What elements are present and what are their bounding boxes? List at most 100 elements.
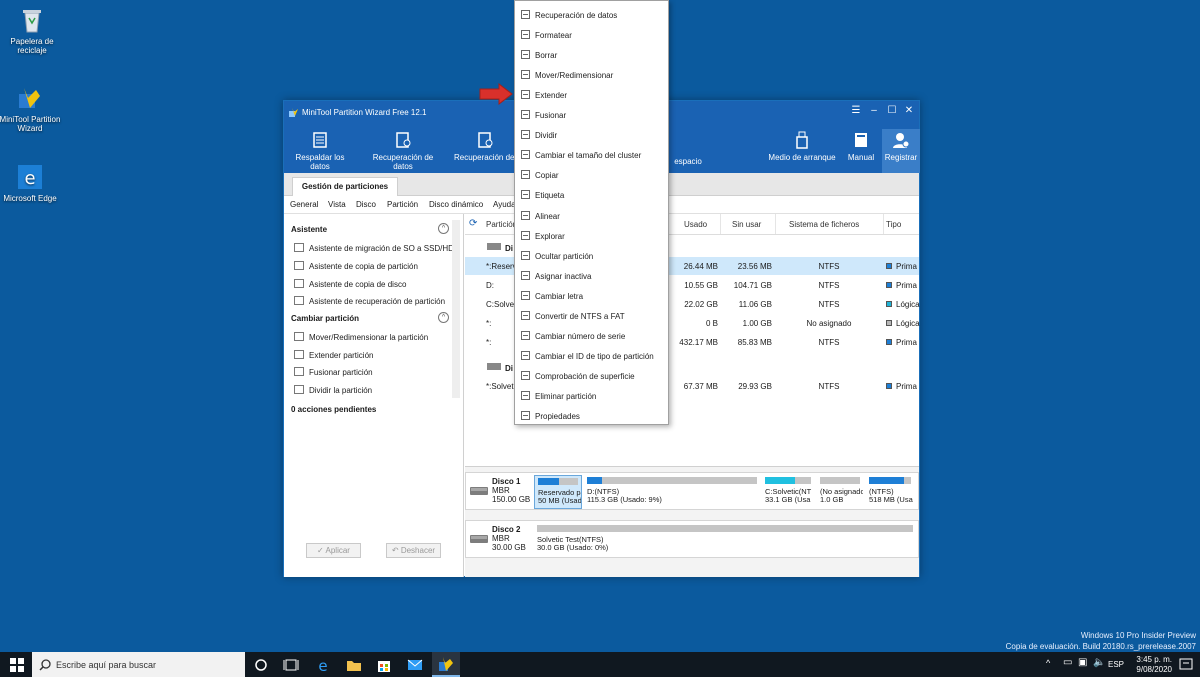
edge-icon[interactable]: e: [315, 657, 331, 673]
disk-partition-block[interactable]: (No asignado 1.0 GB: [817, 475, 863, 509]
wizard-recover-partition[interactable]: Asistente de recuperación de partición: [294, 296, 445, 306]
menu-disk[interactable]: Disco: [356, 200, 376, 209]
disk-partition-block[interactable]: (NTFS) 518 MB (Usa: [866, 475, 914, 509]
toolbar-backup-button[interactable]: Respaldar los datos: [287, 131, 353, 171]
context-menu-item[interactable]: Eliminar partición: [515, 385, 668, 405]
context-menu-item[interactable]: Cambiar número de serie: [515, 325, 668, 345]
collapse-icon[interactable]: ^: [438, 223, 449, 234]
context-menu-item[interactable]: Dividir: [515, 124, 668, 144]
context-menu-item[interactable]: Borrar: [515, 44, 668, 64]
collapse-icon[interactable]: ^: [438, 312, 449, 323]
disk-partition-block[interactable]: C:Solvetic(NT 33.1 GB (Usa: [762, 475, 814, 509]
context-menu-item[interactable]: Mover/Redimensionar: [515, 64, 668, 84]
toolbar-data-recovery-button[interactable]: Recuperación de datos: [364, 131, 442, 171]
context-menu-item[interactable]: Fusionar: [515, 104, 668, 124]
menu-general[interactable]: General: [290, 200, 318, 209]
context-menu-item[interactable]: Cambiar el ID de tipo de partición: [515, 345, 668, 365]
column-filesystem[interactable]: Sistema de ficheros: [789, 220, 859, 229]
menu-dynamic-disk[interactable]: Disco dinámico: [429, 200, 483, 209]
disk-map: Disco 1 MBR 150.00 GB Reservado pa 50 MB …: [465, 466, 919, 577]
disk-partition-block[interactable]: Reservado pa50 MB (Usado:: [534, 475, 582, 509]
tray-network-icon-2[interactable]: ▣: [1078, 657, 1087, 668]
folder-icon[interactable]: [346, 657, 362, 673]
desktop-icon-minitool[interactable]: MiniTool Partition Wizard: [0, 84, 62, 133]
toolbar-manual-button[interactable]: Manual: [845, 131, 877, 162]
context-menu-label: Extender: [535, 91, 568, 101]
task-view-icon[interactable]: [283, 657, 299, 673]
toolbar-register-button[interactable]: Registrar: [882, 129, 920, 173]
context-menu-label: Formatear: [535, 31, 572, 41]
context-menu-item[interactable]: Propiedades: [515, 405, 668, 425]
column-partition[interactable]: Partición: [486, 220, 517, 229]
desktop-icon-edge[interactable]: e Microsoft Edge: [0, 163, 62, 203]
context-menu-item[interactable]: Recuperación de datos: [515, 4, 668, 24]
taskbar-search-box[interactable]: Escribe aquí para buscar: [32, 652, 245, 677]
context-menu-label: Recuperación de datos: [535, 11, 618, 20]
tab-partition-management[interactable]: Gestión de particiones: [292, 177, 398, 196]
wizard-copy-disk[interactable]: Asistente de copia de disco: [294, 279, 406, 289]
minimize-button[interactable]: –: [867, 105, 881, 116]
mail-icon[interactable]: [407, 657, 423, 673]
column-used[interactable]: Usado: [684, 220, 707, 229]
close-button[interactable]: ✕: [902, 105, 916, 116]
type-id-icon: [521, 350, 530, 360]
move-resize-icon: [521, 70, 530, 80]
notification-icon[interactable]: [1178, 657, 1194, 673]
menu-view[interactable]: Vista: [328, 200, 346, 209]
undo-button[interactable]: ↶ Deshacer: [386, 543, 441, 558]
apply-button[interactable]: ✓ Aplicar: [306, 543, 361, 558]
context-menu-item[interactable]: Alinear: [515, 205, 668, 225]
table-scrollbar[interactable]: [452, 220, 460, 396]
disk-1-row[interactable]: Disco 1 MBR 150.00 GB Reservado pa 50 MB …: [465, 472, 919, 510]
menu-partition[interactable]: Partición: [387, 200, 418, 209]
toolbar-space-button[interactable]: espacio: [670, 157, 706, 166]
context-menu-item[interactable]: Explorar: [515, 225, 668, 245]
context-menu-item[interactable]: Copiar: [515, 164, 668, 184]
taskbar-clock[interactable]: 3:45 p. m. 9/08/2020: [1136, 655, 1172, 675]
disk-2-row[interactable]: Disco 2 MBR 30.00 GB Solvetic Test(NTFS)…: [465, 520, 919, 558]
context-menu-item[interactable]: Asignar inactiva: [515, 265, 668, 285]
wizard-migrate-os[interactable]: Asistente de migración de SO a SSD/HD: [294, 243, 454, 253]
context-menu-label: Explorar: [535, 231, 565, 241]
context-menu-item[interactable]: Cambiar letra: [515, 285, 668, 305]
toolbar-label: Recuperación de datos: [372, 153, 434, 171]
context-menu-item[interactable]: Cambiar el tamaño del cluster: [515, 144, 668, 164]
action-move-resize[interactable]: Mover/Redimensionar la partición: [294, 332, 428, 342]
context-menu-item[interactable]: Ocultar partición: [515, 245, 668, 265]
refresh-icon[interactable]: ⟳: [469, 218, 477, 229]
windows-start-icon[interactable]: [9, 657, 25, 673]
context-menu-label: Cambiar el ID de tipo de partición: [535, 351, 654, 361]
wizard-copy-partition[interactable]: Asistente de copia de partición: [294, 261, 418, 271]
store-icon[interactable]: [376, 657, 392, 673]
action-extend[interactable]: Extender partición: [294, 350, 373, 360]
split-icon: [294, 385, 304, 394]
context-menu-label: Ocultar partición: [535, 251, 594, 261]
action-split[interactable]: Dividir la partición: [294, 385, 372, 395]
desktop-icon-recycle-bin[interactable]: Papelera de reciclaje: [0, 6, 64, 55]
context-menu-label: Cambiar el tamaño del cluster: [535, 151, 642, 161]
cell-unused: 23.56 MB: [737, 262, 772, 271]
tray-language[interactable]: ESP: [1108, 660, 1124, 669]
menu-icon[interactable]: ☰: [849, 105, 863, 116]
disk-partition-block[interactable]: D:(NTFS) 115.3 GB (Usado: 9%): [584, 475, 760, 509]
cell-type: Prima: [886, 281, 917, 290]
action-merge[interactable]: Fusionar partición: [294, 367, 373, 377]
toolbar-partition-recovery-button[interactable]: Recuperación de p: [454, 131, 516, 162]
tray-chevron-icon[interactable]: ^: [1046, 658, 1050, 668]
maximize-button[interactable]: ☐: [885, 105, 899, 116]
tray-network-icon[interactable]: ▭: [1063, 657, 1072, 668]
toolbar-bootable-media-button[interactable]: Medio de arranque: [768, 131, 836, 162]
tray-volume-icon[interactable]: 🔈: [1093, 657, 1105, 668]
context-menu-item[interactable]: Comprobación de superficie: [515, 365, 668, 385]
menu-help[interactable]: Ayuda: [493, 200, 516, 209]
context-menu-item[interactable]: Extender: [515, 84, 668, 104]
minitool-logo-icon: [439, 657, 453, 671]
context-menu-item[interactable]: Convertir de NTFS a FAT: [515, 305, 668, 325]
column-type[interactable]: Tipo: [886, 220, 901, 229]
context-menu-item[interactable]: Etiqueta: [515, 184, 668, 204]
context-menu-item[interactable]: Formatear: [515, 24, 668, 44]
cortana-icon[interactable]: [253, 657, 269, 673]
column-unused[interactable]: Sin usar: [732, 220, 761, 229]
disk-partition-block[interactable]: Solvetic Test(NTFS) 30.0 GB (Usado: 0%): [534, 523, 916, 557]
taskbar-minitool-active[interactable]: [432, 652, 460, 677]
